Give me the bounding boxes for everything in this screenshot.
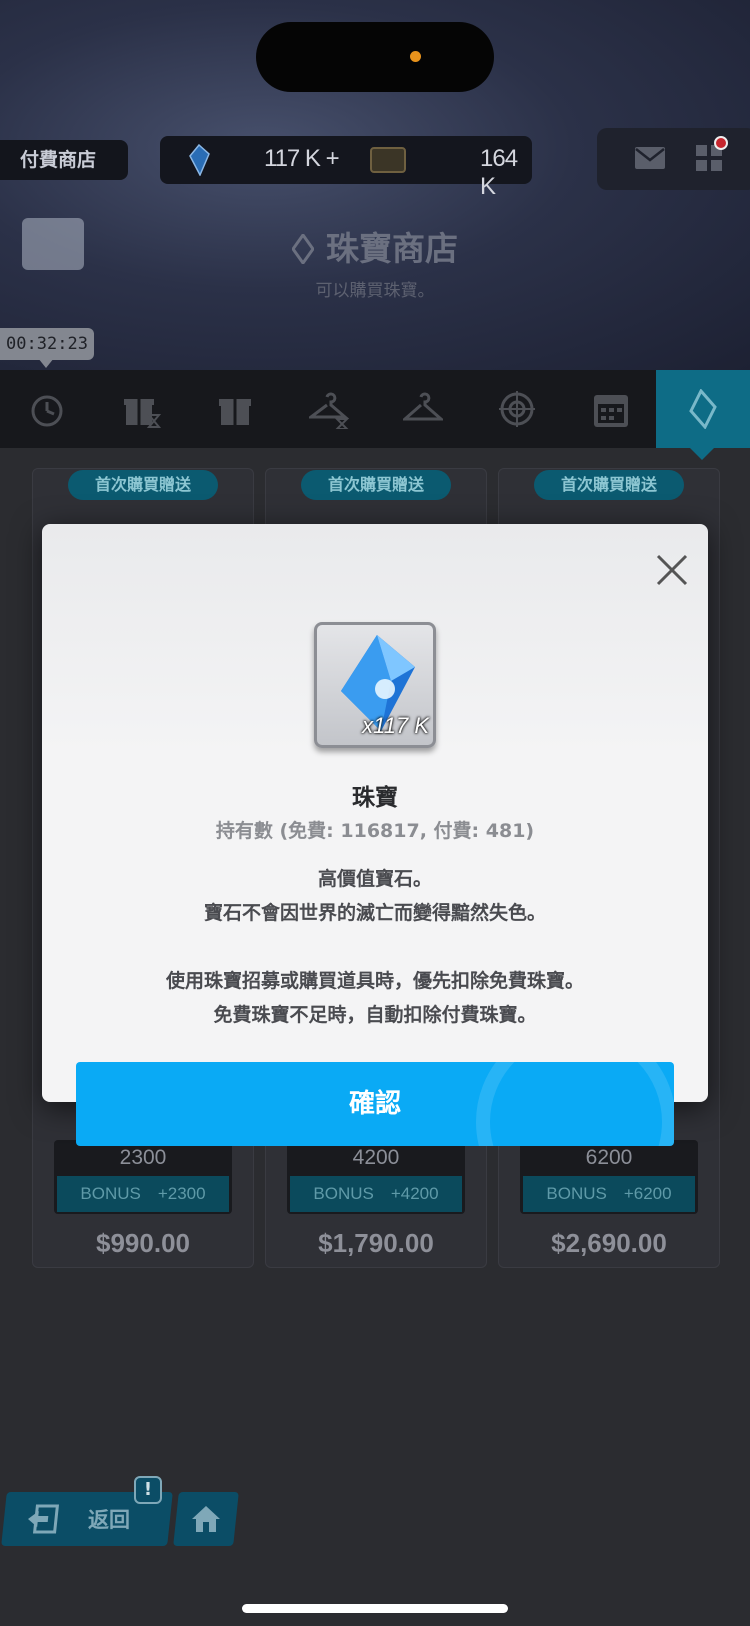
home-icon xyxy=(192,1506,220,1532)
tab-target[interactable] xyxy=(470,370,564,448)
price-label: $2,690.00 xyxy=(551,1228,667,1258)
camera-indicator xyxy=(410,51,421,62)
bonus-label: BONUS +4200 xyxy=(290,1176,462,1212)
close-icon[interactable] xyxy=(652,550,692,590)
ticket-icon xyxy=(370,147,406,173)
page-title: 珠寶商店 xyxy=(0,222,750,270)
gem-quantity-box: 2300 BONUS +2300 xyxy=(54,1140,232,1214)
ticket-count: 164 K xyxy=(480,145,518,200)
camera-notch xyxy=(256,22,494,92)
countdown-timer: 00:32:23 xyxy=(0,328,94,360)
top-right-menu xyxy=(597,128,750,190)
gem-count: 117 K + xyxy=(264,145,340,172)
description-line: 免費珠寶不足時，自動扣除付費珠寶。 xyxy=(213,1004,537,1026)
bonus-label: BONUS +6200 xyxy=(523,1176,695,1212)
tab-gift-timed[interactable] xyxy=(94,370,188,448)
home-indicator[interactable] xyxy=(242,1604,508,1613)
notification-dot xyxy=(714,136,728,150)
first-purchase-badge: 首次購買贈送 xyxy=(534,470,684,500)
tab-outfit-timed[interactable] xyxy=(282,370,376,448)
calendar-icon xyxy=(594,395,628,427)
back-label: 返回 xyxy=(88,1508,130,1532)
gift-timer-icon xyxy=(124,399,161,428)
first-purchase-badge: 首次購買贈送 xyxy=(68,470,218,500)
exit-icon xyxy=(28,1504,60,1534)
item-count: x117 K xyxy=(362,713,429,738)
tab-gift[interactable] xyxy=(188,370,282,448)
shop-diamond-icon xyxy=(292,234,314,264)
confirm-label: 確認 xyxy=(348,1089,401,1119)
item-info-dialog: x117 K 珠寶 持有數 (免費: 116817, 付費: 481) 高價值寶… xyxy=(42,524,708,1102)
currency-bar[interactable]: 117 K + 164 K xyxy=(160,136,532,200)
description-line: 寶石不會因世界的滅亡而變得黯然失色。 xyxy=(203,902,546,924)
gift-icon xyxy=(219,399,251,425)
page-title-text: 珠寶商店 xyxy=(326,229,458,268)
timer-pointer xyxy=(38,358,54,368)
home-button[interactable] xyxy=(173,1492,239,1546)
item-name: 珠寶 xyxy=(352,785,398,811)
first-purchase-badge: 首次購買贈送 xyxy=(301,470,451,500)
gem-quantity-box: 6200 BONUS +6200 xyxy=(520,1140,698,1214)
description-line: 使用珠寶招募或購買道具時，優先扣除免費珠寶。 xyxy=(165,970,584,992)
owned-count: 持有數 (免費: 116817, 付費: 481) xyxy=(215,820,535,842)
tab-gems[interactable] xyxy=(656,370,750,448)
alarm-clock-icon xyxy=(31,395,63,427)
active-tab-pointer xyxy=(690,448,714,460)
item-icon-frame: x117 K xyxy=(314,622,436,748)
price-label: $990.00 xyxy=(96,1228,190,1258)
gem-diamond-icon xyxy=(689,389,717,429)
tab-outfit[interactable] xyxy=(376,370,470,448)
price-label: $1,790.00 xyxy=(318,1228,434,1258)
button-decoration xyxy=(476,1062,674,1146)
hanger-icon xyxy=(403,392,443,421)
confirm-button[interactable]: 確認 xyxy=(76,1062,674,1146)
tab-alarm[interactable] xyxy=(0,370,94,448)
alert-badge: ! xyxy=(134,1476,162,1504)
tab-calendar[interactable] xyxy=(564,370,658,448)
target-icon xyxy=(499,391,535,427)
mail-icon[interactable] xyxy=(634,146,666,170)
paid-shop-tag: 付費商店 xyxy=(0,140,128,180)
description-line: 高價值寶石。 xyxy=(317,868,432,890)
category-tabbar xyxy=(0,370,750,448)
hanger-timer-icon xyxy=(309,392,349,429)
page-subtitle: 可以購買珠寶。 xyxy=(315,281,435,301)
bonus-label: BONUS +2300 xyxy=(57,1176,229,1212)
gem-icon xyxy=(189,144,210,176)
item-description: 高價值寶石。 寶石不會因世界的滅亡而變得黯然失色。 使用珠寶招募或購買道具時，優… xyxy=(42,862,708,1032)
gem-quantity-box: 4200 BONUS +4200 xyxy=(287,1140,465,1214)
